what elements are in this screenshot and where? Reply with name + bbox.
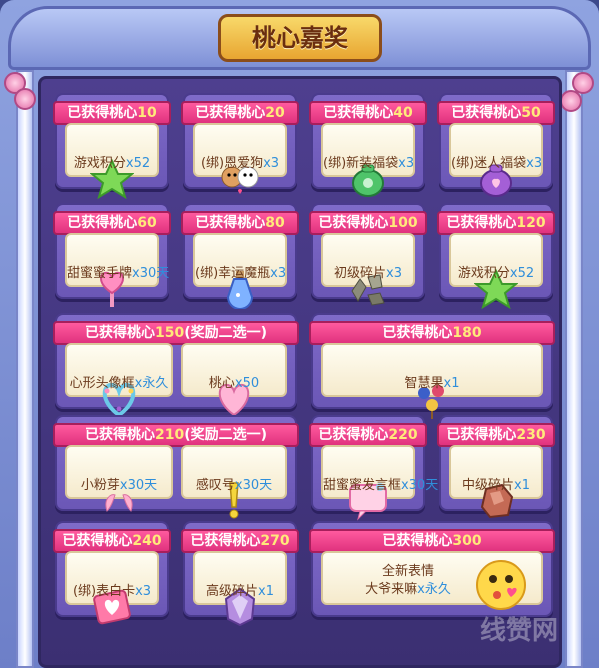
reward-name: 甜蜜蜜手牌x30天	[67, 266, 170, 281]
reward-slot-alt: 桃心x50	[181, 343, 287, 417]
reward-threshold-label: 已获得桃心60	[53, 211, 171, 235]
reward-name: 游戏积分x52	[457, 266, 535, 281]
reward-threshold-label: 已获得桃心210(奖励二选一)	[53, 423, 299, 447]
reward-threshold-label: 已获得桃心10	[53, 101, 171, 125]
reward-name: 中级碎片x1	[462, 478, 530, 493]
reward-slot: (绑)恩爱狗x3	[193, 123, 287, 194]
flower-decoration	[560, 90, 582, 112]
reward-threshold-label: 已获得桃心20	[181, 101, 299, 125]
reward-card-100[interactable]: 已获得桃心100 初级碎片x3	[309, 203, 427, 306]
reward-name: 心形头像框x永久	[69, 376, 169, 391]
reward-slot: 游戏积分x52	[65, 123, 159, 199]
reward-slot: 初级碎片x3	[321, 233, 415, 306]
reward-name: 游戏积分x52	[73, 156, 151, 171]
reward-threshold-label: 已获得桃心240	[53, 529, 171, 553]
reward-threshold-label: 已获得桃心100	[309, 211, 427, 235]
reward-card-230[interactable]: 已获得桃心230 中级碎片x1	[437, 415, 555, 519]
reward-card-220[interactable]: 已获得桃心220 甜蜜蜜发言框x30天	[309, 415, 439, 521]
reward-card-300[interactable]: 已获得桃心300 全新表情 大爷来嘛x永久	[309, 521, 555, 617]
reward-card-60[interactable]: 已获得桃心60 甜蜜蜜手牌x30天	[53, 203, 171, 307]
reward-slot: 心形头像框x永久	[65, 343, 173, 418]
reward-name: 小粉芽x30天	[80, 478, 158, 493]
reward-threshold-label: 已获得桃心120	[437, 211, 555, 235]
reward-card-50[interactable]: 已获得桃心50 (绑)迷人福袋x3	[437, 93, 555, 197]
reward-threshold-label: 已获得桃心220	[309, 423, 427, 447]
reward-name: (绑)新装福袋x3	[323, 156, 415, 171]
reward-slot: 高级碎片x1	[193, 551, 287, 627]
reward-slot: (绑)幸运魔瓶x3	[193, 233, 287, 309]
reward-slot: 甜蜜蜜发言框x30天	[321, 445, 439, 521]
reward-card-80[interactable]: 已获得桃心80 (绑)幸运魔瓶x3	[181, 203, 299, 309]
kiss-emoji-icon	[476, 560, 526, 610]
reward-slot: (绑)迷人福袋x3	[449, 123, 543, 197]
left-pillar	[16, 70, 34, 668]
reward-threshold-label: 已获得桃心300	[309, 529, 555, 553]
reward-threshold-label: 已获得桃心50	[437, 101, 555, 125]
reward-name-alt: 感叹号x30天	[195, 478, 273, 493]
reward-name: 甜蜜蜜发言框x30天	[323, 478, 439, 493]
reward-card-240[interactable]: 已获得桃心240 (绑)表白卡x3	[53, 521, 171, 625]
right-pillar	[565, 70, 583, 668]
window-title: 桃心嘉奖	[218, 14, 382, 62]
reward-threshold-label: 已获得桃心40	[309, 101, 427, 125]
reward-name: 全新表情 大爷来嘛x永久	[365, 564, 451, 597]
reward-name: 初级碎片x3	[334, 266, 402, 281]
reward-slot: 全新表情 大爷来嘛x永久	[321, 551, 543, 610]
reward-slot-alt: 感叹号x30天	[181, 445, 287, 519]
rewards-panel: 已获得桃心10 游戏积分x52 已获得桃心20 (绑)恩爱狗x3 已获得桃心40…	[38, 76, 562, 668]
reward-slot: 中级碎片x1	[449, 445, 543, 519]
reward-threshold-label: 已获得桃心180	[309, 321, 555, 345]
reward-slot: 智慧果x1	[321, 343, 543, 419]
reward-card-270[interactable]: 已获得桃心270 高级碎片x1	[181, 521, 299, 627]
watermark: 线赞网	[480, 616, 559, 646]
reward-name: (绑)恩爱狗x3	[200, 156, 280, 171]
reward-card-120[interactable]: 已获得桃心120 游戏积分x52	[437, 203, 555, 309]
reward-card-210[interactable]: 已获得桃心210(奖励二选一) 小粉芽x30天 感叹号x30天	[53, 415, 299, 519]
reward-name: (绑)表白卡x3	[72, 584, 152, 599]
reward-name: 高级碎片x1	[206, 584, 274, 599]
reward-threshold-label: 已获得桃心230	[437, 423, 555, 447]
reward-slot: (绑)新装福袋x3	[321, 123, 415, 197]
reward-card-10[interactable]: 已获得桃心10 游戏积分x52	[53, 93, 171, 199]
reward-name-alt: 桃心x50	[208, 376, 260, 391]
reward-threshold-label: 已获得桃心150(奖励二选一)	[53, 321, 299, 345]
reward-card-180[interactable]: 已获得桃心180 智慧果x1	[309, 313, 555, 419]
reward-name: (绑)幸运魔瓶x3	[195, 266, 287, 281]
reward-slot: 小粉芽x30天	[65, 445, 173, 512]
reward-slot: 甜蜜蜜手牌x30天	[65, 233, 170, 307]
reward-slot: (绑)表白卡x3	[65, 551, 159, 625]
reward-card-150[interactable]: 已获得桃心150(奖励二选一) 心形头像框x永久 桃心x50	[53, 313, 299, 418]
flower-decoration	[14, 88, 36, 110]
reward-window: 桃心嘉奖 已获得桃心10 游戏积分x52 已获得桃心20 (绑)恩爱狗x3 已获…	[0, 0, 599, 668]
reward-card-40[interactable]: 已获得桃心40 (绑)新装福袋x3	[309, 93, 427, 197]
reward-threshold-label: 已获得桃心270	[181, 529, 299, 553]
reward-name: 智慧果x1	[404, 376, 460, 391]
reward-threshold-label: 已获得桃心80	[181, 211, 299, 235]
reward-name: (绑)迷人福袋x3	[451, 156, 543, 171]
reward-slot: 游戏积分x52	[449, 233, 543, 309]
reward-card-20[interactable]: 已获得桃心20 (绑)恩爱狗x3	[181, 93, 299, 194]
